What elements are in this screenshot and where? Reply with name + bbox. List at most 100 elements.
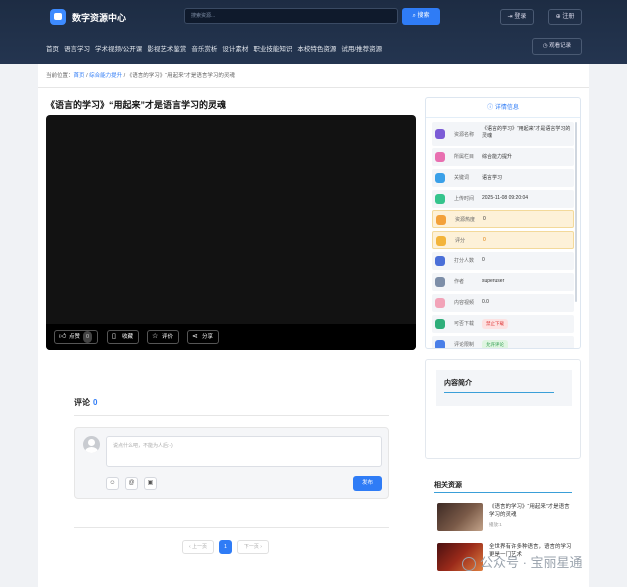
fire-icon (436, 215, 446, 225)
detail-label: 资源热度 (455, 217, 476, 223)
site-name: 数字资源中心 (72, 13, 127, 23)
nav-item-music[interactable]: 音乐赏析 (191, 43, 217, 53)
detail-row-raters: 打分人数 0 (432, 252, 574, 270)
detail-row-column: 所属栏目 综合能力提升 (432, 148, 574, 166)
user-icon (435, 277, 445, 287)
share-icon: ⋖ (192, 333, 198, 340)
related-underline (434, 492, 572, 493)
intro-heading: 内容简介 (444, 380, 472, 387)
video-icon (435, 298, 445, 308)
star-icon: ☆ (152, 333, 159, 340)
page-1-button[interactable]: 1 (219, 540, 232, 554)
share-button[interactable]: ⋖ 分享 (187, 330, 220, 344)
comments-heading-label: 评论 (74, 398, 90, 407)
login-icon: ⇥ (507, 14, 513, 20)
detail-label: 可否下载 (454, 321, 475, 327)
details-scrollbar[interactable] (575, 122, 577, 302)
breadcrumb-category[interactable]: 综合能力提升 (89, 73, 122, 79)
intro-panel: 内容简介 (425, 359, 581, 459)
comment-icon (435, 340, 445, 348)
pagination: ‹ 上一页 1 下一页 › (182, 540, 274, 554)
watch-history-button[interactable]: ◷ 观看记录 (532, 38, 582, 55)
nav-item-design[interactable]: 设计素材 (222, 43, 248, 53)
history-label: 观看记录 (549, 43, 572, 49)
comments-heading: 评论 0 (74, 397, 97, 408)
detail-value: 0 (482, 257, 485, 263)
search-input[interactable]: 搜索资源... (184, 8, 398, 24)
register-icon: ⊕ (555, 14, 561, 20)
related-thumbnail (437, 503, 483, 531)
avatar (83, 436, 100, 453)
detail-label: 上传时间 (454, 196, 475, 202)
breadcrumb-sep: / (86, 73, 88, 79)
detail-value: 0.0 (482, 299, 489, 305)
comment-editor: 说点什么吧，不能为人后:-) ☺ @ ▣ 发布 (74, 427, 389, 499)
detail-value: 0 (483, 237, 486, 243)
nav-item-home[interactable]: 首页 (46, 43, 59, 53)
pagination-divider (74, 527, 389, 528)
bookmark-icon: ▯ (112, 333, 116, 340)
emoji-icon[interactable]: ☺ (106, 477, 119, 490)
share-label: 分享 (202, 334, 214, 340)
star-icon (436, 236, 446, 246)
publish-button[interactable]: 发布 (353, 476, 382, 491)
download-icon (435, 319, 445, 329)
nav-item-career[interactable]: 职业技能知识 (253, 43, 292, 53)
calendar-icon (435, 194, 445, 204)
detail-row-download: 可否下载 禁止下载 (432, 315, 574, 333)
image-icon[interactable]: ▣ (144, 477, 157, 490)
search-icon: ⌕ (412, 13, 416, 19)
like-button[interactable]: 👍︎ 点赞 0 (54, 330, 99, 344)
breadcrumb-home[interactable]: 首页 (74, 73, 85, 79)
comment-input[interactable]: 说点什么吧，不能为人后:-) (106, 436, 382, 467)
file-icon (435, 129, 445, 139)
detail-label: 所属栏目 (454, 154, 475, 160)
detail-row-upload-time: 上传时间 2025-11-08 09:20:04 (432, 190, 574, 208)
detail-row-author: 作者 superuser (432, 273, 574, 291)
detail-label: 作者 (454, 279, 465, 285)
rate-button[interactable]: ☆ 评价 (147, 330, 180, 344)
top-header: 数字资源中心 搜索资源... ⌕ 搜索 ⇥ 登录 ⊕ 注册 首页 语言学习 学术… (0, 0, 627, 64)
detail-row-score: 评分 0 (432, 231, 574, 249)
download-status-badge: 禁止下载 (482, 319, 508, 329)
register-button[interactable]: ⊕ 注册 (548, 9, 582, 25)
login-button[interactable]: ⇥ 登录 (500, 9, 534, 25)
details-heading: ⓘ 详情信息 (426, 98, 580, 118)
detail-label: 资源名称 (454, 132, 475, 138)
comments-divider (74, 415, 389, 416)
detail-value: 语言学习 (482, 175, 503, 181)
like-count: 0 (83, 331, 93, 343)
nav-item-language[interactable]: 语言学习 (64, 43, 90, 53)
search-button[interactable]: ⌕ 搜索 (402, 8, 440, 25)
comments-count: 0 (93, 398, 98, 407)
nav-item-film[interactable]: 影视艺术鉴赏 (147, 43, 186, 53)
related-item[interactable]: 《语言的学习》“用起来”才是语言学习的灵魂 播放:1 (437, 503, 577, 533)
related-title[interactable]: 《语言的学习》“用起来”才是语言学习的灵魂 (489, 503, 575, 519)
related-heading: 相关资源 (434, 482, 462, 489)
next-page-button[interactable]: 下一页 › (236, 540, 269, 554)
video-player[interactable]: 👍︎ 点赞 0 ▯ 收藏 ☆ 评价 ⋖ 分享 (46, 115, 416, 350)
nav-item-school[interactable]: 本校特色资源 (297, 43, 336, 53)
wechat-icon (462, 556, 476, 571)
favorite-button[interactable]: ▯ 收藏 (107, 330, 140, 344)
detail-value: 综合能力提升 (482, 154, 513, 160)
nav-item-trial[interactable]: 试用/推荐资源 (341, 43, 382, 53)
intro-header: 内容简介 (436, 370, 572, 406)
prev-page-button[interactable]: ‹ 上一页 (182, 540, 215, 554)
detail-row-name: 资源名称 《语言的学习》“用起来”才是语言学习的灵魂 (432, 122, 574, 146)
folder-icon (435, 152, 445, 162)
watermark-text: 公众号 · 宝丽星通 (480, 555, 583, 570)
rate-label: 评价 (162, 334, 174, 340)
page-title: 《语言的学习》“用起来”才是语言学习的灵魂 (46, 100, 227, 110)
like-label: 点赞 (69, 334, 81, 340)
detail-label: 打分人数 (454, 258, 475, 264)
details-panel: ⓘ 详情信息 资源名称 《语言的学习》“用起来”才是语言学习的灵魂 所属栏目 综… (425, 97, 581, 349)
nav-item-academic[interactable]: 学术视频/公开课 (95, 43, 142, 53)
mention-icon[interactable]: @ (125, 477, 138, 490)
related-meta: 播放:1 (489, 522, 502, 527)
detail-label: 评分 (455, 238, 466, 244)
detail-value: 《语言的学习》“用起来”才是语言学习的灵魂 (482, 126, 571, 139)
detail-label: 内容视频 (454, 300, 475, 306)
video-action-bar: 👍︎ 点赞 0 ▯ 收藏 ☆ 评价 ⋖ 分享 (46, 324, 416, 350)
details-heading-label: 详情信息 (494, 105, 519, 111)
